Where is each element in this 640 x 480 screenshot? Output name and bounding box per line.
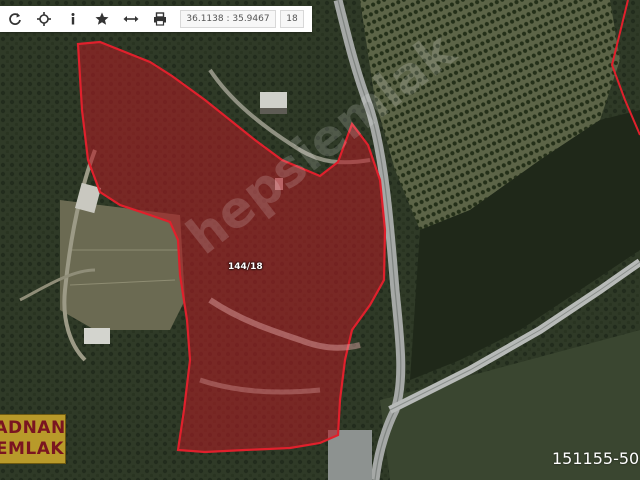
- refresh-icon: [8, 13, 21, 25]
- star-icon: [95, 12, 108, 25]
- building: [260, 92, 287, 108]
- agency-logo: ADNAN EMLAK: [0, 414, 66, 464]
- listing-number: 151155-50: [552, 449, 640, 468]
- print-icon: [153, 12, 166, 26]
- crosshair-icon: [36, 12, 51, 26]
- locate-button[interactable]: [29, 6, 58, 32]
- measure-button[interactable]: [116, 6, 145, 32]
- info-button[interactable]: [58, 6, 87, 32]
- favorite-button[interactable]: [87, 6, 116, 32]
- satellite-map[interactable]: [0, 0, 640, 480]
- building-shadow: [260, 108, 287, 114]
- parcel-label: 144/18: [228, 262, 263, 272]
- measure-icon: [123, 16, 138, 22]
- zoom-level: 18: [280, 10, 304, 28]
- logo-line1: ADNAN: [0, 418, 66, 438]
- logo-line2: EMLAK: [0, 439, 65, 459]
- building: [84, 328, 110, 344]
- map-toolbar: 36.1138 : 35.9467 18: [0, 6, 312, 32]
- refresh-button[interactable]: [0, 6, 29, 32]
- print-button[interactable]: [145, 6, 174, 32]
- coordinates-field: 36.1138 : 35.9467: [180, 10, 276, 28]
- info-icon: [71, 13, 74, 25]
